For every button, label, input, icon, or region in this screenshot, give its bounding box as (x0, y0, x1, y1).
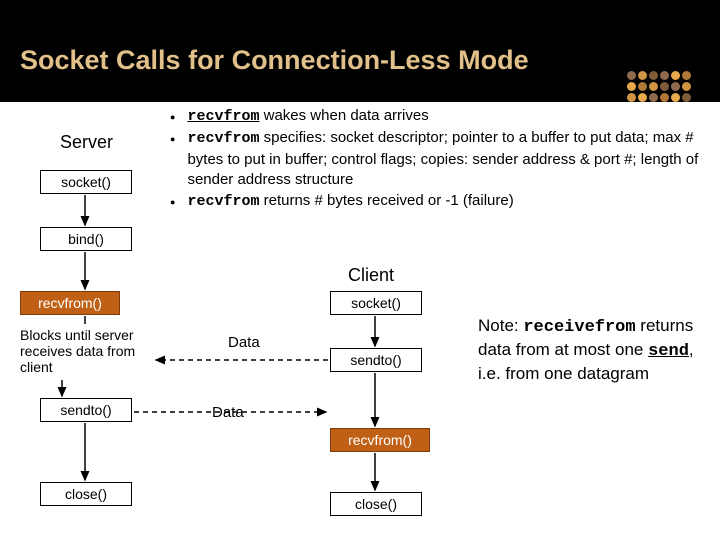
label-data-2: Data (212, 404, 244, 421)
box-server-socket: socket() (40, 170, 132, 194)
page-title: Socket Calls for Connection-Less Mode (20, 45, 529, 76)
box-client-recvfrom: recvfrom() (330, 428, 430, 452)
box-client-sendto: sendto() (330, 348, 422, 372)
box-server-close: close() (40, 482, 132, 506)
note-text: Note: receivefrom returns data from at m… (478, 315, 700, 385)
bullet-2: recvfrom specifies: socket descriptor; p… (170, 128, 705, 190)
box-server-recvfrom: recvfrom() (20, 291, 120, 315)
box-server-bind: bind() (40, 227, 132, 251)
bullet-1: recvfrom wakes when data arrives (170, 106, 705, 127)
box-client-socket: socket() (330, 291, 422, 315)
bullet-list: recvfrom wakes when data arrives recvfro… (170, 106, 705, 213)
box-client-close: close() (330, 492, 422, 516)
server-label: Server (60, 132, 113, 153)
caption-blocks: Blocks until server receives data from c… (20, 327, 160, 375)
label-data-1: Data (228, 334, 260, 351)
decorative-dots (626, 70, 692, 103)
bullet-3: recvfrom returns # bytes received or -1 … (170, 191, 705, 212)
box-server-sendto: sendto() (40, 398, 132, 422)
client-label: Client (348, 265, 394, 286)
